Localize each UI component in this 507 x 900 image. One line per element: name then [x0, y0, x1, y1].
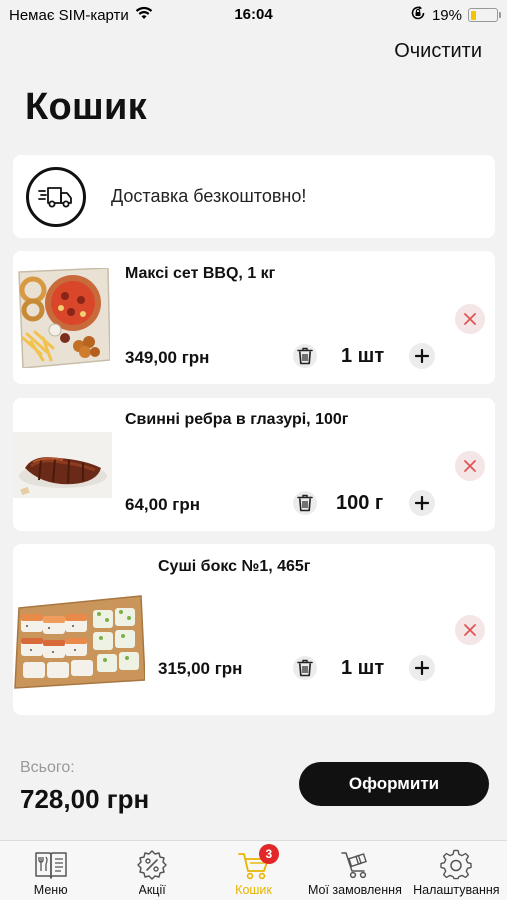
plus-icon [415, 496, 429, 510]
menu-book-icon [34, 849, 68, 881]
orders-cart-icon [338, 849, 372, 881]
checkout-button[interactable]: Оформити [299, 762, 489, 806]
tab-settings[interactable]: Налаштування [406, 841, 507, 900]
increase-quantity-button[interactable] [409, 655, 435, 681]
tab-cart[interactable]: 3 Кошик [203, 841, 304, 900]
close-icon [464, 624, 476, 636]
tab-menu[interactable]: Меню [0, 841, 101, 900]
tab-my-orders[interactable]: Мої замовлення [304, 841, 405, 900]
tab-label: Мої замовлення [307, 883, 402, 897]
item-price: 315,00 грн [158, 659, 243, 678]
pork-ribs-image [13, 432, 112, 498]
remove-item-button[interactable] [455, 304, 485, 334]
remove-item-button[interactable] [455, 615, 485, 645]
tab-label: Налаштування [413, 883, 500, 897]
status-bar: Немає SIM-карти 16:04 19% [0, 0, 507, 30]
delivery-truck-icon [26, 167, 86, 227]
trash-icon [297, 347, 313, 365]
tab-label: Меню [33, 883, 68, 897]
clear-cart-button[interactable]: Очистити [394, 40, 482, 63]
tab-label: Акції [138, 883, 166, 897]
plus-icon [415, 349, 429, 363]
close-icon [464, 313, 476, 325]
item-quantity: 1 шт [341, 345, 385, 367]
item-name: Максі сет BBQ, 1 кг [125, 265, 276, 282]
battery-percent: 19% [431, 6, 462, 24]
battery-level [470, 10, 476, 20]
item-quantity: 1 шт [341, 657, 385, 679]
delivery-text: Доставка безкоштовно! [111, 186, 307, 206]
close-icon [464, 460, 476, 472]
tab-promotions[interactable]: Акції [101, 841, 202, 900]
battery-icon [468, 8, 501, 22]
delete-item-button[interactable] [293, 344, 317, 368]
total-value: 728,00 грн [20, 784, 150, 814]
item-price: 64,00 грн [125, 495, 200, 514]
item-price: 349,00 грн [125, 348, 210, 367]
bbq-set-image [13, 268, 110, 368]
item-quantity: 100 г [336, 492, 384, 514]
trash-icon [297, 494, 313, 512]
cart-item: Максі сет BBQ, 1 кг 349,00 грн 1 шт [13, 251, 495, 384]
orientation-lock-icon [410, 5, 426, 25]
cart-item: Суші бокс №1, 465г 315,00 грн 1 шт [13, 544, 495, 715]
delete-item-button[interactable] [293, 656, 317, 680]
tab-label: Кошик [235, 883, 272, 897]
remove-item-button[interactable] [455, 451, 485, 481]
increase-quantity-button[interactable] [409, 490, 435, 516]
plus-icon [415, 661, 429, 675]
sushi-box-image [13, 588, 145, 694]
increase-quantity-button[interactable] [409, 343, 435, 369]
item-name: Суші бокс №1, 465г [158, 558, 311, 575]
delete-item-button[interactable] [293, 491, 317, 515]
cart-item: Свинні ребра в глазурі, 100г 64,00 грн 1… [13, 398, 495, 531]
gear-icon [439, 849, 473, 881]
delivery-banner: Доставка безкоштовно! [13, 155, 495, 238]
total-label: Всього: [20, 759, 75, 776]
tab-bar: Меню Акції 3 Кошик Мої замовлення Налашт… [0, 840, 507, 900]
status-right: 19% [410, 5, 501, 25]
page-title: Кошик [25, 86, 147, 128]
item-name: Свинні ребра в глазурі, 100г [125, 411, 349, 428]
discount-icon [135, 849, 169, 881]
trash-icon [297, 659, 313, 677]
cart-count-badge: 3 [258, 844, 279, 864]
